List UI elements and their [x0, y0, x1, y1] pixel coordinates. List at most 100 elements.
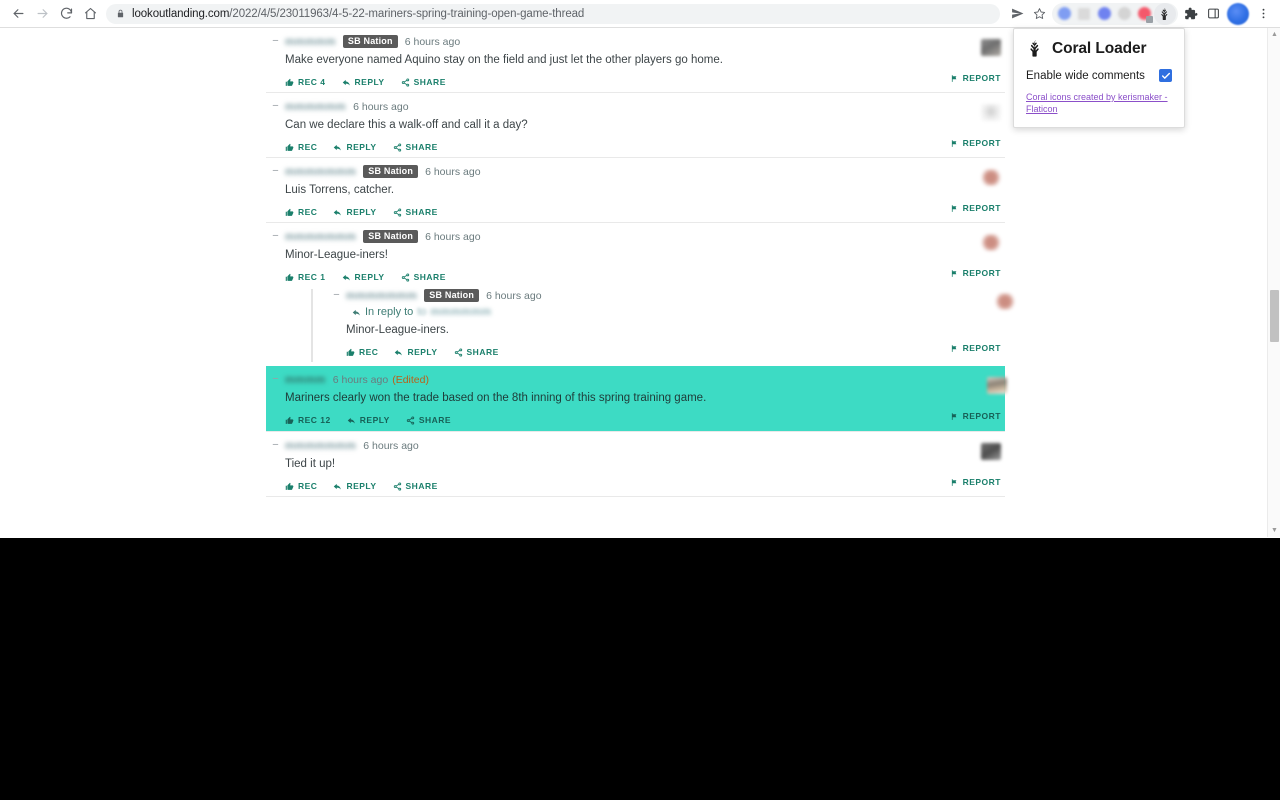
share-label: SHARE — [413, 77, 446, 87]
report-button[interactable]: REPORT — [950, 203, 1001, 213]
comment-item: − mmmmmmm SB Nation 6 hours ago Minor-Le… — [266, 222, 1015, 366]
share-nodes-icon — [401, 272, 410, 282]
share-button[interactable]: SHARE — [454, 347, 499, 357]
share-button[interactable]: SHARE — [401, 272, 446, 282]
share-button[interactable]: SHARE — [406, 415, 451, 425]
in-reply-to-username[interactable]: mmmmmm — [431, 306, 492, 318]
rec-button[interactable]: REC — [285, 481, 317, 491]
comment-username[interactable]: mmmmmm — [285, 101, 346, 113]
collapse-toggle[interactable]: − — [332, 290, 341, 301]
scroll-down-arrow-icon[interactable]: ▼ — [1268, 524, 1280, 537]
reply-arrow-icon — [347, 416, 356, 425]
share-button[interactable]: SHARE — [393, 481, 438, 491]
share-label: SHARE — [413, 272, 446, 282]
report-label: REPORT — [962, 138, 1001, 148]
reply-button[interactable]: REPLY — [342, 77, 385, 87]
commenter-avatar[interactable] — [981, 234, 1001, 251]
comment-username[interactable]: mmmm — [285, 374, 326, 386]
report-button[interactable]: REPORT — [950, 138, 1001, 148]
puzzle-extensions-icon[interactable] — [1180, 2, 1202, 26]
flag-icon — [950, 344, 959, 353]
collapse-toggle[interactable]: − — [271, 36, 280, 47]
attribution-link[interactable]: Coral icons created by kerismaker - Flat… — [1026, 92, 1172, 115]
wide-comments-label: Enable wide comments — [1026, 69, 1145, 82]
extension-blob-2-icon[interactable] — [1074, 4, 1094, 24]
in-reply-to-label: In reply to — [365, 306, 414, 318]
comment-actions: REC 1 REPLY SHARE — [285, 271, 1001, 283]
report-button[interactable]: REPORT — [950, 268, 1001, 278]
extension-blob-4-icon[interactable] — [1114, 4, 1134, 24]
commenter-avatar[interactable] — [981, 39, 1001, 56]
collapse-toggle[interactable]: − — [271, 166, 280, 177]
browser-toolbar: lookoutlanding.com/2022/4/5/23011963/4-5… — [0, 0, 1280, 28]
reply-label: REPLY — [346, 207, 377, 217]
share-nodes-icon — [454, 347, 463, 357]
extension-blob-1-icon[interactable] — [1054, 4, 1074, 24]
forward-icon[interactable] — [30, 2, 54, 26]
reply-button[interactable]: REPLY — [333, 142, 376, 152]
reply-button[interactable]: REPLY — [394, 347, 437, 357]
reply-button[interactable]: REPLY — [342, 272, 385, 282]
commenter-avatar[interactable] — [981, 169, 1001, 186]
reply-arrow-icon — [352, 308, 361, 317]
scroll-up-arrow-icon[interactable]: ▲ — [1268, 28, 1280, 41]
report-button[interactable]: REPORT — [950, 477, 1001, 487]
comment-body: Mariners clearly won the trade based on … — [285, 392, 707, 404]
chrome-menu-icon[interactable] — [1252, 2, 1274, 26]
rec-button[interactable]: REC 12 — [285, 415, 331, 425]
report-button[interactable]: REPORT — [950, 343, 1001, 353]
edited-label: (Edited) — [392, 373, 429, 386]
collapse-toggle[interactable]: − — [271, 374, 280, 385]
coral-loader-extension-icon[interactable] — [1154, 2, 1176, 25]
reload-icon[interactable] — [54, 2, 78, 26]
extension-blob-3-icon[interactable] — [1094, 4, 1114, 24]
commenter-avatar[interactable] — [981, 443, 1001, 460]
scrollbar-thumb[interactable] — [1270, 290, 1279, 342]
reply-arrow-icon — [394, 348, 403, 357]
reply-arrow-icon — [333, 208, 342, 217]
comment-username[interactable]: mmmmm — [285, 36, 336, 48]
collapse-toggle[interactable]: − — [271, 231, 280, 242]
collapse-toggle[interactable]: − — [271, 440, 280, 451]
profile-avatar[interactable] — [1227, 2, 1249, 25]
collapse-toggle[interactable]: − — [271, 101, 280, 112]
reply-button[interactable]: REPLY — [347, 415, 390, 425]
home-icon[interactable] — [78, 2, 102, 26]
share-button[interactable]: SHARE — [393, 142, 438, 152]
comment-actions: REC REPLY SHARE — [285, 206, 1001, 218]
extension-blob-5-icon[interactable] — [1134, 4, 1154, 24]
wide-comments-option-row[interactable]: Enable wide comments — [1026, 69, 1172, 82]
reply-button[interactable]: REPLY — [333, 207, 376, 217]
rec-button[interactable]: REC 1 — [285, 272, 326, 282]
comment-username[interactable]: mmmmmmm — [285, 231, 356, 243]
comment-meta: mmmmmmm SB Nation 6 hours ago — [285, 230, 1001, 243]
comment-username[interactable]: mmmmmmm — [346, 290, 417, 302]
share-button[interactable]: SHARE — [393, 207, 438, 217]
rec-button[interactable]: REC — [285, 142, 317, 152]
commenter-avatar[interactable] — [995, 293, 1015, 310]
reply-button[interactable]: REPLY — [333, 481, 376, 491]
report-button[interactable]: REPORT — [950, 73, 1001, 83]
comment-item: − mmmmmmm SB Nation 6 hours ago In reply… — [327, 289, 1015, 362]
bookmark-star-icon[interactable] — [1028, 2, 1050, 26]
rec-button[interactable]: REC — [346, 347, 378, 357]
flag-icon — [950, 412, 959, 421]
comment-username[interactable]: mmmmmmm — [285, 440, 356, 452]
address-bar[interactable]: lookoutlanding.com/2022/4/5/23011963/4-5… — [106, 3, 1000, 24]
back-icon[interactable] — [6, 2, 30, 26]
share-button[interactable]: SHARE — [401, 77, 446, 87]
share-icon[interactable] — [1006, 2, 1028, 26]
rec-label: REC — [359, 347, 379, 357]
rec-button[interactable]: REC 4 — [285, 77, 326, 87]
comment-actions: REC REPLY SHARE — [285, 480, 1001, 492]
side-panel-icon[interactable] — [1202, 2, 1224, 26]
reply-label: REPLY — [407, 347, 438, 357]
comment-username[interactable]: mmmmmmm — [285, 166, 356, 178]
rec-button[interactable]: REC — [285, 207, 317, 217]
reply-arrow-icon — [333, 143, 342, 152]
page-scrollbar[interactable]: ▲ ▼ — [1267, 28, 1280, 537]
report-button[interactable]: REPORT — [950, 411, 1001, 421]
wide-comments-checkbox[interactable] — [1159, 69, 1172, 82]
commenter-avatar[interactable] — [981, 104, 1001, 121]
commenter-avatar[interactable] — [987, 377, 1007, 394]
